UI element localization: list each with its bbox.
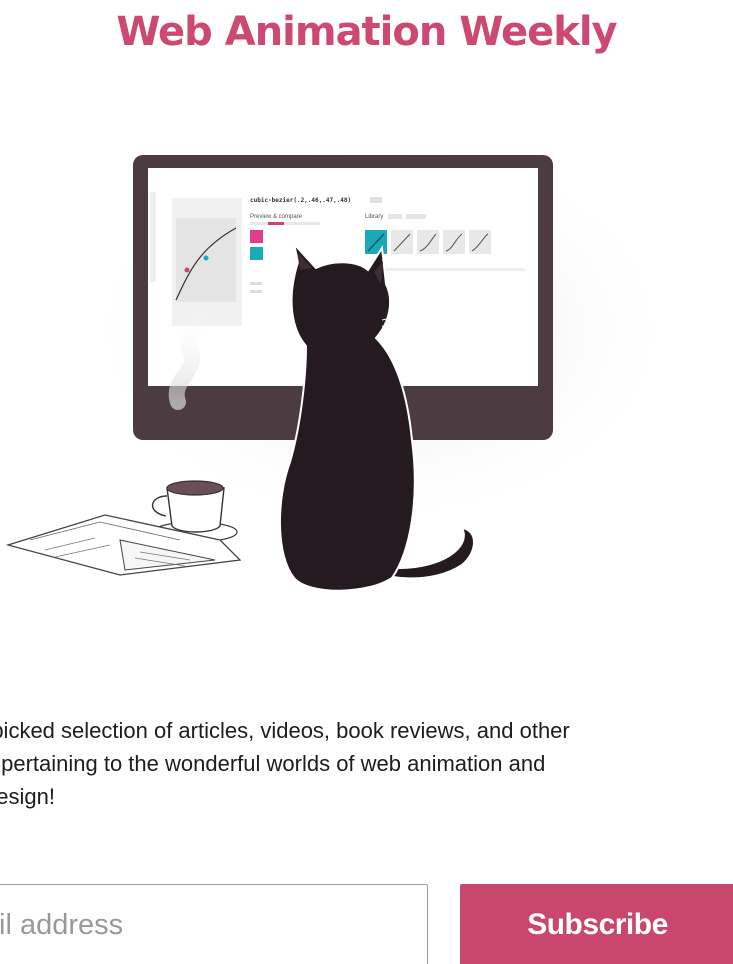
newsletter-description: -picked selection of articles, videos, b… (0, 714, 729, 813)
page-title: Web Animation Weekly (116, 9, 617, 55)
screen-code-text: cubic-bezier(.2,.46,.47,.48) (250, 197, 351, 204)
subscribe-button[interactable]: Subscribe (460, 884, 733, 964)
cat-at-computer-illustration: cubic-bezier(.2,.46,.47,.48) Preview & c… (5, 138, 680, 592)
swatch-teal (250, 247, 263, 260)
screen-library-label: Library (365, 214, 383, 220)
newsletter-description-line: design! (0, 784, 55, 809)
swatch-pink (250, 230, 263, 243)
email-field[interactable] (0, 884, 428, 964)
newsletter-description-line: -picked selection of articles, videos, b… (0, 718, 570, 743)
newsletter-description-line: s pertaining to the wonderful worlds of … (0, 751, 546, 776)
screen-preview-label: Preview & compare (250, 214, 303, 220)
